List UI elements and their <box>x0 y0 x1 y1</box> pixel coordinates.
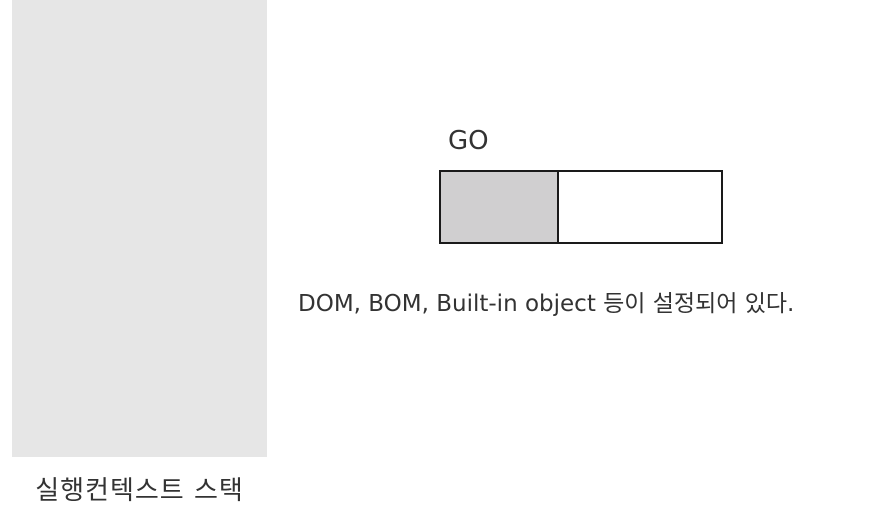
global-object-cell-empty <box>559 172 721 242</box>
global-object-cell-filled <box>441 172 559 242</box>
execution-context-stack <box>12 0 267 457</box>
global-object-box <box>439 170 723 244</box>
stack-caption: 실행컨텍스트 스택 <box>35 476 244 506</box>
global-object-description: DOM, BOM, Built-in object 등이 설정되어 있다. <box>298 291 795 317</box>
global-object-label: GO <box>448 126 489 156</box>
